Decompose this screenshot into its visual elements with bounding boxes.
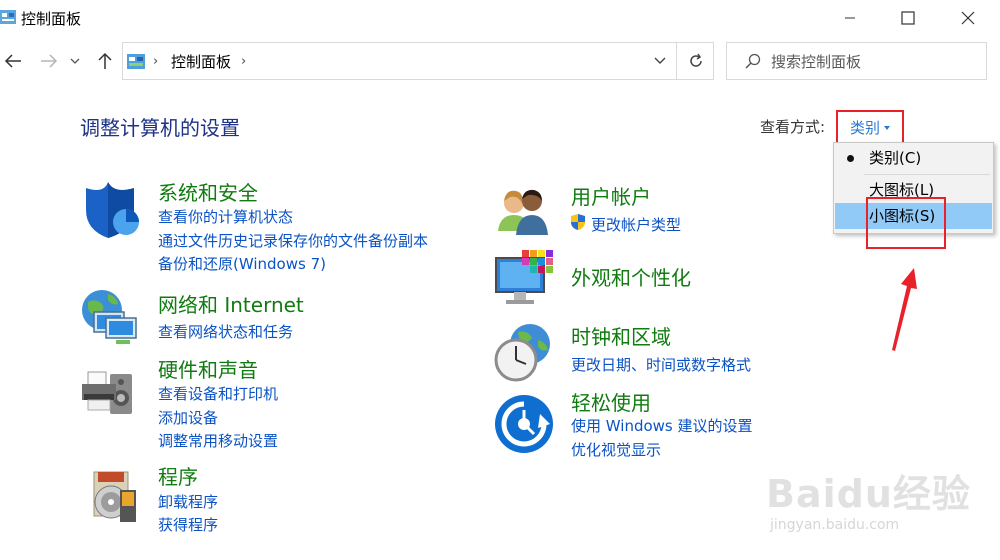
recent-locations-button[interactable] — [66, 48, 84, 74]
breadcrumb-separator-icon[interactable]: › — [153, 54, 158, 69]
users-icon — [498, 189, 548, 235]
chevron-down-icon — [70, 58, 80, 64]
control-panel-icon — [127, 54, 145, 69]
up-arrow-icon — [98, 52, 112, 69]
category-link[interactable]: 通过文件历史记录保存你的文件备份副本 — [158, 230, 428, 251]
back-arrow-icon — [4, 54, 21, 68]
close-button[interactable] — [938, 0, 998, 36]
category-link[interactable]: 查看网络状态和任务 — [158, 321, 293, 342]
minimize-icon — [845, 17, 855, 19]
menu-item-label: 类别(C) — [869, 149, 922, 167]
category-link[interactable]: 调整常用移动设置 — [158, 430, 278, 451]
refresh-button[interactable] — [676, 43, 714, 79]
category-link[interactable]: 查看设备和打印机 — [158, 383, 278, 404]
category-link[interactable]: 卸载程序 — [158, 491, 218, 512]
search-icon — [745, 53, 761, 69]
forward-button[interactable] — [36, 48, 62, 74]
category-link[interactable]: 使用 Windows 建议的设置 — [571, 415, 753, 436]
chevron-down-icon — [654, 57, 666, 64]
back-button[interactable] — [0, 48, 26, 74]
maximize-icon — [901, 11, 915, 25]
category-link[interactable]: 查看你的计算机状态 — [158, 206, 293, 227]
view-by-value: 类别 — [849, 118, 880, 137]
view-by-label: 查看方式: — [760, 118, 826, 136]
address-history-dropdown[interactable] — [645, 43, 675, 79]
clock-globe-icon — [494, 324, 550, 382]
page-title: 调整计算机的设置 — [80, 116, 240, 140]
breadcrumb-separator-icon[interactable]: › — [241, 54, 246, 69]
ease-of-access-icon — [495, 395, 553, 453]
navigation-bar: › 控制面板 › — [0, 40, 1000, 82]
maximize-button[interactable] — [878, 0, 938, 36]
search-box[interactable] — [726, 42, 987, 80]
breadcrumb-control-panel[interactable]: 控制面板 — [171, 51, 231, 72]
window-title: 控制面板 — [21, 10, 82, 28]
category-title[interactable]: 轻松使用 — [571, 387, 651, 416]
uac-shield-icon — [571, 214, 585, 230]
watermark-logo: Baidu经验 — [766, 472, 971, 516]
annotation-arrow-icon — [892, 268, 917, 351]
forward-arrow-icon — [41, 54, 58, 68]
category-title[interactable]: 系统和安全 — [158, 177, 258, 206]
view-by-dropdown[interactable]: 类别 — [836, 110, 904, 144]
category-title[interactable]: 用户帐户 — [571, 181, 651, 210]
minimize-button[interactable] — [820, 0, 880, 36]
menu-separator — [864, 174, 990, 175]
close-icon — [961, 11, 975, 25]
category-link[interactable]: 更改帐户类型 — [591, 214, 681, 235]
radio-dot-icon — [847, 155, 854, 162]
category-title[interactable]: 程序 — [158, 461, 198, 490]
up-button[interactable] — [92, 48, 118, 74]
control-panel-icon — [0, 10, 16, 24]
printer-icon — [82, 371, 132, 414]
category-title[interactable]: 硬件和声音 — [158, 354, 258, 383]
monitor-palette-icon — [495, 250, 553, 304]
caret-down-icon — [884, 126, 890, 130]
category-link[interactable]: 优化视觉显示 — [571, 439, 661, 460]
category-link[interactable]: 更改日期、时间或数字格式 — [571, 354, 751, 375]
search-input[interactable] — [771, 49, 971, 75]
programs-disc-icon — [93, 471, 136, 522]
category-title[interactable]: 网络和 Internet — [158, 289, 304, 318]
menu-item-category[interactable]: 类别(C) — [835, 145, 992, 171]
category-title[interactable]: 时钟和区域 — [571, 321, 671, 350]
network-globe-icon — [82, 290, 137, 344]
shield-icon — [86, 182, 139, 238]
category-link[interactable]: 添加设备 — [158, 407, 218, 428]
title-bar: 控制面板 — [0, 0, 1000, 36]
category-link[interactable]: 备份和还原(Windows 7) — [158, 253, 326, 274]
annotation-highlight-box — [866, 197, 946, 249]
category-link[interactable]: 获得程序 — [158, 514, 218, 535]
category-title[interactable]: 外观和个性化 — [571, 262, 691, 291]
watermark-url: jingyan.baidu.com — [770, 517, 900, 533]
address-bar[interactable]: › 控制面板 › — [122, 42, 714, 80]
baidu-watermark: Baidu经验 jingyan.baidu.com — [760, 455, 980, 545]
refresh-icon — [689, 53, 702, 67]
